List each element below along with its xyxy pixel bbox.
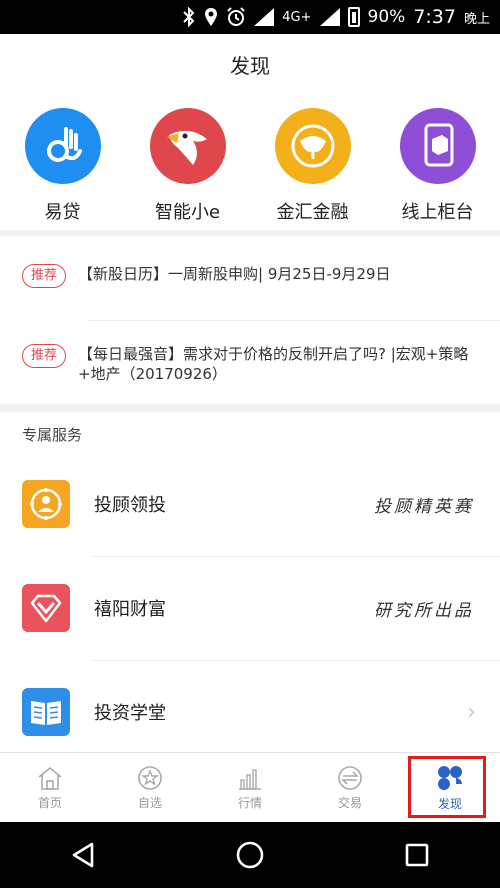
tab-label: 交易 bbox=[337, 795, 362, 810]
eagle-icon bbox=[149, 108, 226, 184]
home-nav-button[interactable] bbox=[220, 825, 280, 885]
battery-level: 90% bbox=[367, 7, 406, 27]
recommend-badge: 推荐 bbox=[22, 264, 67, 288]
person-target-icon bbox=[22, 480, 70, 528]
service-xiyang-caifu[interactable]: 禧阳财富 研究所出品 bbox=[0, 556, 500, 660]
tab-watchlist[interactable]: 自选 bbox=[100, 753, 200, 822]
page-header: 发现 bbox=[0, 34, 500, 94]
section-title: 专属服务 bbox=[0, 412, 500, 452]
tab-label: 首页 bbox=[37, 795, 62, 810]
ok-hand-icon bbox=[24, 108, 101, 184]
app-label: 智能小e bbox=[154, 202, 221, 223]
alarm-icon bbox=[226, 7, 246, 27]
tab-label: 发现 bbox=[437, 796, 462, 811]
star-icon bbox=[138, 765, 162, 790]
news-text: 【每日最强音】需求对于价格的反制开启了吗? |宏观+策略+地产（20170926… bbox=[78, 345, 469, 383]
news-item[interactable]: 推荐 【每日最强音】需求对于价格的反制开启了吗? |宏观+策略+地产（20170… bbox=[22, 344, 480, 384]
bottom-tab-bar: 首页 自选 行情 交易 发现 bbox=[0, 752, 500, 822]
app-label: 金汇金融 bbox=[276, 202, 349, 223]
ginkgo-icon bbox=[274, 108, 351, 184]
tab-discover[interactable]: 发现 bbox=[400, 753, 500, 822]
recents-button[interactable] bbox=[387, 825, 447, 885]
signal-icon-2 bbox=[319, 8, 340, 26]
back-triangle-icon bbox=[73, 842, 94, 868]
home-icon bbox=[38, 766, 62, 790]
service-touzi-xuetang[interactable]: 投资学堂 › bbox=[0, 660, 500, 764]
app-yidai[interactable]: 易贷 bbox=[3, 108, 123, 230]
tab-label: 自选 bbox=[137, 795, 162, 810]
tab-market[interactable]: 行情 bbox=[200, 753, 300, 822]
system-nav-bar bbox=[0, 822, 500, 888]
services-list: 投顾领投 投顾精英赛 禧阳财富 研究所出品 投资学堂 › bbox=[0, 452, 500, 752]
back-button[interactable] bbox=[53, 825, 113, 885]
tab-home[interactable]: 首页 bbox=[0, 753, 100, 822]
service-name: 投顾领投 bbox=[94, 495, 166, 516]
tab-trade[interactable]: 交易 bbox=[300, 753, 400, 822]
service-name: 投资学堂 bbox=[94, 703, 166, 724]
service-name: 禧阳财富 bbox=[94, 599, 166, 620]
location-icon bbox=[204, 7, 218, 27]
discover-icon bbox=[438, 765, 462, 790]
home-circle-icon bbox=[236, 841, 264, 869]
divider bbox=[88, 320, 500, 321]
app-label: 线上柜台 bbox=[401, 202, 474, 223]
page-title: 发现 bbox=[230, 53, 270, 78]
app-label: 易贷 bbox=[44, 202, 81, 223]
chevron-right-icon: › bbox=[467, 699, 476, 725]
clock-time: 7:37 bbox=[413, 6, 456, 28]
service-tagline: 研究所出品 bbox=[374, 600, 474, 621]
service-tagline: 投顾精英赛 bbox=[374, 496, 474, 517]
tab-label: 行情 bbox=[237, 795, 262, 810]
exchange-icon bbox=[338, 765, 362, 790]
battery-icon bbox=[347, 7, 360, 27]
book-icon bbox=[22, 688, 70, 736]
recommend-badge: 推荐 bbox=[22, 344, 67, 368]
diamond-heart-icon bbox=[22, 584, 70, 632]
network-type: 4G+ bbox=[282, 9, 312, 25]
app-xianshang-guitai[interactable]: 线上柜台 bbox=[378, 108, 498, 230]
bluetooth-icon bbox=[182, 7, 196, 27]
news-text: 【新股日历】一周新股申购| 9月25日-9月29日 bbox=[78, 265, 391, 283]
quick-apps: 易贷 智能小e 金汇金融 线上柜台 bbox=[0, 94, 500, 230]
news-list: 推荐 【新股日历】一周新股申购| 9月25日-9月29日 推荐 【每日最强音】需… bbox=[0, 236, 500, 404]
phone-box-icon bbox=[399, 108, 476, 184]
recents-square-icon bbox=[405, 843, 428, 867]
service-tougu-lingtou[interactable]: 投顾领投 投顾精英赛 bbox=[0, 452, 500, 556]
app-zhineng-xiaoe[interactable]: 智能小e bbox=[128, 108, 248, 230]
app-jinhui-jinrong[interactable]: 金汇金融 bbox=[253, 108, 373, 230]
news-item[interactable]: 推荐 【新股日历】一周新股申购| 9月25日-9月29日 bbox=[22, 264, 480, 288]
chart-icon bbox=[239, 768, 261, 790]
status-bar: 4G+ 90% 7:37 晚上 bbox=[0, 0, 500, 34]
signal-icon bbox=[254, 8, 275, 26]
clock-period: 晚上 bbox=[463, 11, 490, 27]
